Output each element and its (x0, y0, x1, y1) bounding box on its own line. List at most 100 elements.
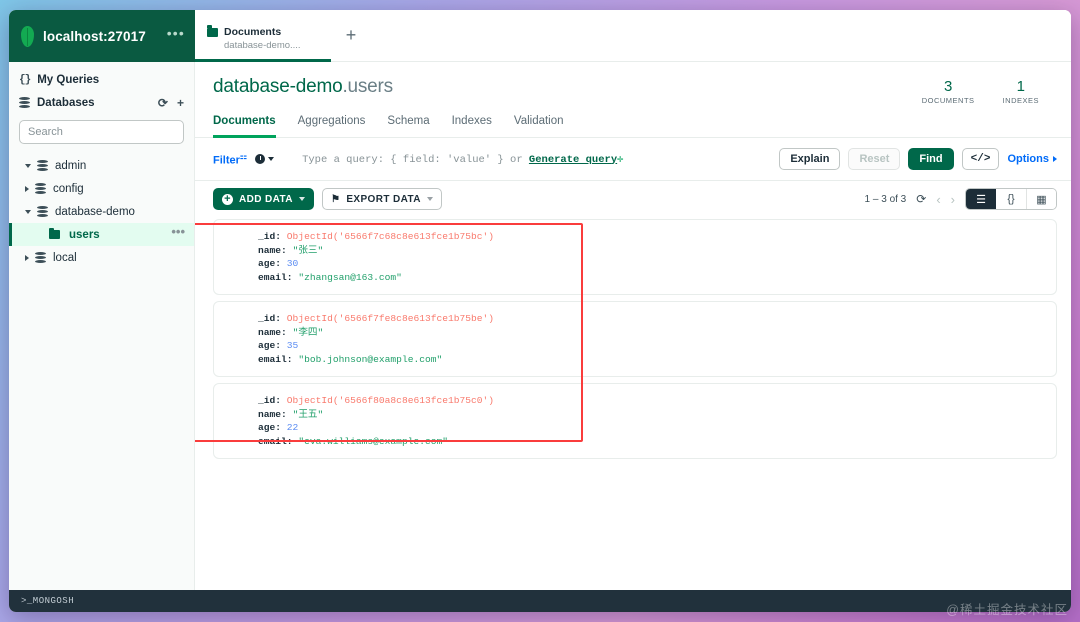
search-input[interactable] (19, 120, 184, 144)
tree-item-label: users (69, 228, 100, 241)
document-field-age: age: 35 (258, 339, 1056, 353)
chevron-right-icon (1053, 156, 1057, 162)
collection-tabs: Documents Aggregations Schema Indexes Va… (195, 105, 1071, 138)
connection-ellipsis-icon[interactable]: ••• (167, 26, 185, 43)
tab-schema[interactable]: Schema (387, 115, 429, 138)
plus-icon[interactable]: + (177, 97, 184, 109)
sidebar-item-my-queries[interactable]: {} My Queries (9, 68, 194, 91)
field-key: name: (258, 326, 287, 338)
sidebar-item-database-demo[interactable]: database-demo (9, 200, 194, 223)
generate-query-link[interactable]: Generate query (529, 154, 617, 166)
filter-label[interactable]: Filter⚏ (213, 152, 247, 167)
document-field-age: age: 22 (258, 421, 1056, 435)
database-icon (19, 97, 30, 108)
sidebar-item-databases[interactable]: Databases ⟳ + (9, 91, 194, 114)
new-tab-button[interactable]: + (331, 10, 371, 62)
database-icon (35, 252, 46, 263)
collection-header: database-demo.users 3 DOCUMENTS 1 INDEXE… (195, 62, 1071, 105)
database-icon (35, 183, 46, 194)
export-data-button[interactable]: ⚑ EXPORT DATA (321, 188, 442, 210)
document-card[interactable]: _id: ObjectId('6566f7c68c8e613fce1b75bc'… (213, 219, 1057, 295)
table-view-button[interactable]: ▦ (1026, 189, 1056, 209)
sparkle-icon: ✛ (617, 153, 624, 166)
sidebar: {} My Queries Databases ⟳ + admin (9, 62, 195, 590)
document-field-email: email: "bob.johnson@example.com" (258, 353, 1056, 367)
tab-documents[interactable]: Documents (213, 115, 276, 138)
tree-item-label: config (53, 182, 84, 195)
refresh-icon[interactable]: ⟳ (158, 97, 168, 109)
tab-title-row: Documents (207, 25, 321, 38)
chevron-down-icon[interactable] (25, 163, 31, 168)
sidebar-item-local[interactable]: local (9, 246, 194, 269)
external-link-icon: ⚏ (239, 151, 248, 161)
sidebar-databases-actions: ⟳ + (158, 97, 184, 109)
query-input[interactable]: Type a query: { field: 'value' } or Gene… (282, 153, 771, 166)
view-toggle: ☰ {} ▦ (965, 188, 1057, 210)
braces-icon: {} (19, 73, 31, 86)
sidebar-item-admin[interactable]: admin (9, 154, 194, 177)
tab-title: Documents (224, 26, 282, 38)
tab-aggregations[interactable]: Aggregations (298, 115, 366, 138)
mongosh-toggle[interactable]: >_MONGOSH (21, 596, 74, 606)
page-title-collection: .users (342, 76, 393, 97)
page-title: database-demo.users (213, 76, 393, 105)
field-value: "zhangsan@163.com" (298, 271, 402, 283)
refresh-icon[interactable]: ⟳ (916, 193, 926, 205)
collection-ellipsis-icon[interactable]: ••• (171, 225, 185, 240)
field-key: email: (258, 353, 293, 365)
document-list: _id: ObjectId('6566f7c68c8e613fce1b75bc'… (195, 217, 1071, 590)
document-card[interactable]: _id: ObjectId('6566f80a8c8e613fce1b75c0'… (213, 383, 1057, 459)
filter-text: Filter (213, 154, 240, 167)
chevron-right-icon[interactable] (25, 185, 29, 192)
result-range-label: 1 – 3 of 3 (864, 193, 907, 205)
field-value: ObjectId('6566f80a8c8e613fce1b75c0') (286, 395, 495, 406)
sidebar-item-config[interactable]: config (9, 177, 194, 200)
reset-button[interactable]: Reset (848, 148, 901, 170)
field-value: "eva.williams@example.com" (298, 435, 448, 447)
page-title-database: database-demo (213, 76, 343, 97)
tab-strip: Documents database-demo.... + (195, 10, 1071, 62)
explain-button[interactable]: Explain (779, 148, 841, 170)
document-field-name: name: "李四" (258, 326, 1056, 340)
query-history-button[interactable] (255, 154, 275, 164)
database-tree: admin config database-demo users ••• loc… (9, 152, 194, 269)
top-bar: localhost:27017 ••• Documents database-d… (9, 10, 1071, 62)
field-key: age: (258, 422, 282, 433)
body: {} My Queries Databases ⟳ + admin (9, 62, 1071, 590)
mongodb-leaf-icon (21, 25, 34, 47)
chevron-left-icon[interactable]: ‹ (936, 193, 940, 206)
find-button[interactable]: Find (908, 148, 954, 170)
options-button[interactable]: Options (1007, 153, 1057, 165)
document-field-age: age: 30 (258, 257, 1056, 271)
field-value: "张三" (292, 244, 324, 256)
json-view-button[interactable]: {} (996, 189, 1026, 209)
add-data-button[interactable]: + ADD DATA (213, 188, 314, 210)
tab-indexes[interactable]: Indexes (452, 115, 492, 138)
field-key: name: (258, 244, 287, 256)
connection-chip[interactable]: localhost:27017 ••• (9, 10, 195, 62)
mongodb-compass-window: localhost:27017 ••• Documents database-d… (9, 10, 1071, 612)
chevron-down-icon (268, 157, 275, 161)
document-card[interactable]: _id: ObjectId('6566f7fe8c8e613fce1b75be'… (213, 301, 1057, 377)
chevron-right-icon[interactable] (25, 254, 29, 261)
stat-value: 1 (1016, 78, 1025, 95)
clock-icon (255, 154, 266, 164)
code-view-button[interactable]: </> (961, 148, 1000, 170)
field-key: _id: (258, 231, 282, 242)
stat-documents: 3 DOCUMENTS (922, 78, 975, 105)
tab-validation[interactable]: Validation (514, 115, 564, 138)
list-view-button[interactable]: ☰ (966, 189, 996, 209)
tab-documents[interactable]: Documents database-demo.... (195, 10, 331, 62)
document-field-email: email: "zhangsan@163.com" (258, 271, 1056, 285)
chevron-down-icon[interactable] (25, 209, 31, 214)
status-bar: >_MONGOSH (9, 590, 1071, 612)
query-bar: Filter⚏ Type a query: { field: 'value' }… (195, 138, 1071, 181)
toolbar-right: 1 – 3 of 3 ⟳ ‹ › ☰ {} ▦ (865, 188, 1057, 210)
chevron-right-icon[interactable]: › (951, 193, 955, 206)
tab-strip-filler (371, 10, 1071, 62)
field-value: 30 (286, 258, 299, 269)
export-data-label: EXPORT DATA (346, 193, 421, 205)
collection-stats: 3 DOCUMENTS 1 INDEXES (922, 76, 1053, 105)
field-value: "bob.johnson@example.com" (298, 353, 443, 365)
sidebar-item-users[interactable]: users ••• (9, 223, 194, 246)
